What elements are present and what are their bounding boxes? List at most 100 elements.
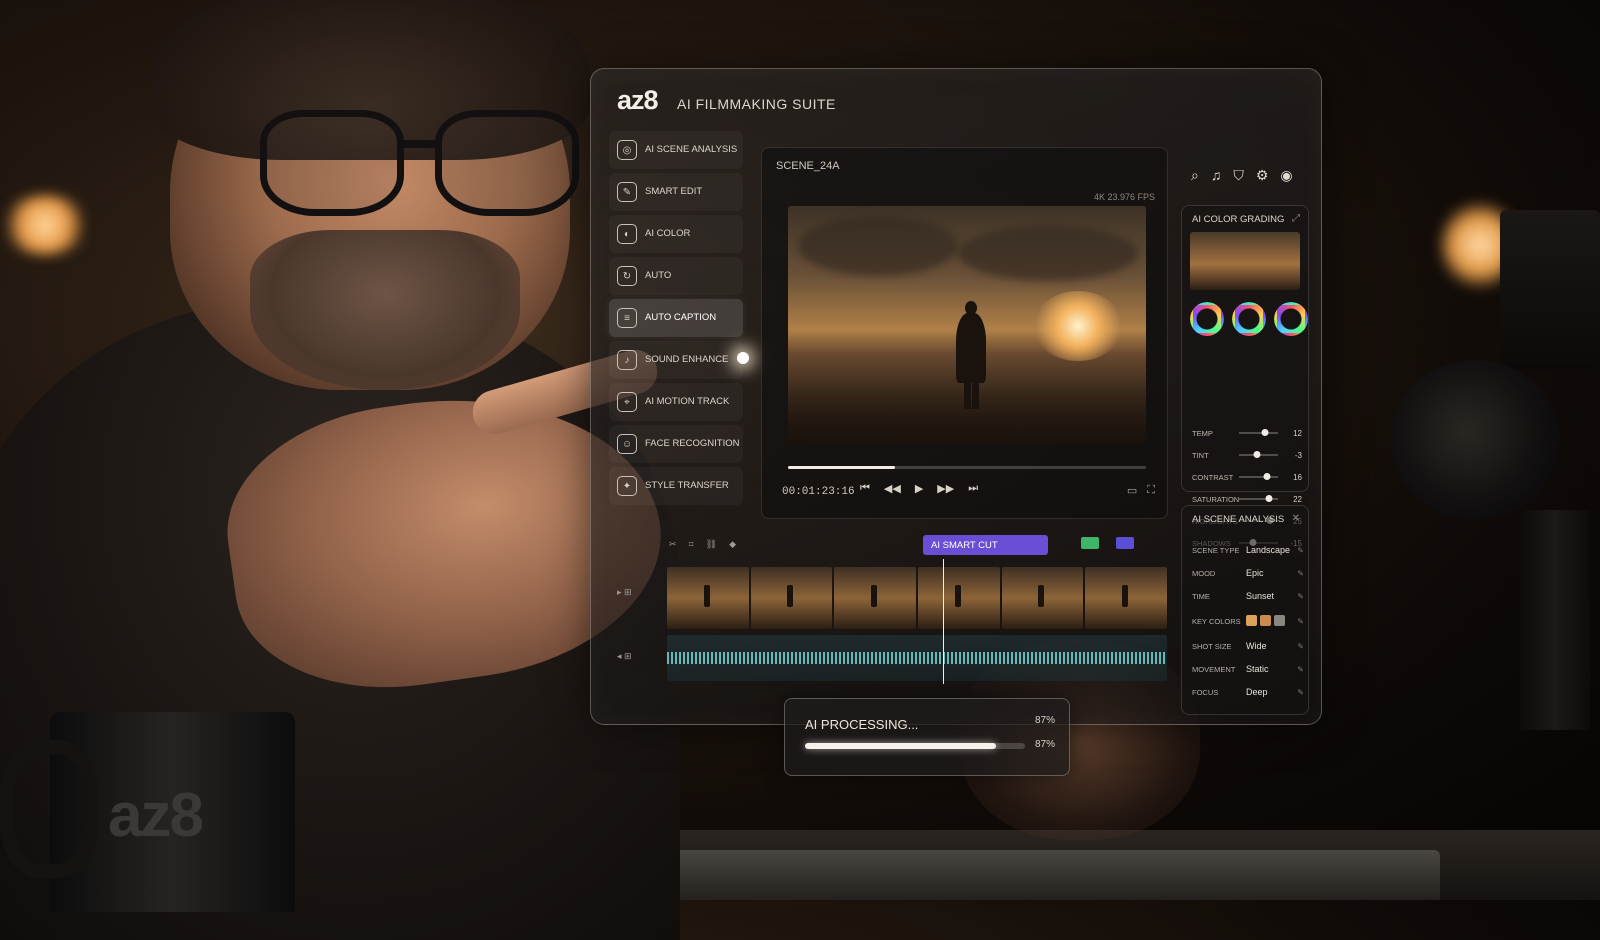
holographic-app-window: az8 AI FILMMAKING SUITE ◎ AI SCENE ANALY… [590, 68, 1322, 725]
sidebar-item-label: SOUND ENHANCE [645, 353, 729, 365]
expand-icon[interactable]: ⤢ [1292, 213, 1300, 224]
snap-icon[interactable]: ⌗ [689, 539, 694, 550]
slider-knob[interactable] [1265, 495, 1273, 502]
video-clip[interactable] [750, 567, 833, 629]
attr-key: MOVEMENT [1192, 664, 1236, 674]
color-grading-panel: AI COLOR GRADING ⤢ TEMP 12 TINT -3 CONTRAST 1… [1181, 205, 1309, 548]
glasses-lens-left [260, 110, 404, 216]
glasses [260, 110, 580, 216]
color-preview-thumbnail [1190, 232, 1300, 290]
face-icon: ☺ [617, 434, 637, 454]
slider-knob[interactable] [1261, 429, 1269, 436]
scene-icon: ◎ [617, 140, 637, 160]
marker-icon[interactable]: ◆ [729, 539, 736, 550]
link-icon[interactable]: ⛓ [706, 539, 717, 550]
caption-icon: ≡ [617, 308, 637, 328]
glasses-lens-right [435, 110, 579, 216]
search-icon[interactable]: ⌕ [1191, 167, 1199, 184]
sidebar-item-label: STYLE TRANSFER [645, 479, 729, 491]
edit-icon[interactable]: ✎ [1297, 688, 1304, 697]
slider-row-temp: TEMP 12 [1192, 424, 1302, 442]
slider-label: TEMP [1192, 428, 1213, 438]
clip-marker-purple[interactable] [1116, 537, 1134, 549]
processing-percent: 87% [1034, 739, 1055, 750]
sidebar-item-ai-motion-track[interactable]: ⌖ AI MOTION TRACK [609, 383, 743, 421]
skip-forward-icon[interactable]: ⏭ [968, 482, 978, 495]
cinema-camera [1390, 210, 1600, 730]
color-icon: ◐ [617, 224, 637, 244]
sidebar-item-label: AUTO [645, 269, 672, 281]
video-clip[interactable] [918, 567, 1000, 629]
key-color-swatch [1274, 614, 1285, 626]
cloaked-figure [956, 301, 986, 411]
close-icon[interactable]: ✕ [1292, 513, 1300, 524]
edit-icon[interactable]: ✎ [1297, 617, 1304, 626]
sidebar-item-auto[interactable]: ↻ AUTO [609, 257, 743, 295]
sidebar-item-ai-color[interactable]: ◐ AI COLOR [609, 215, 743, 253]
slider-knob[interactable] [1263, 473, 1271, 480]
razor-icon[interactable]: ✂ [669, 539, 677, 550]
key-color-swatch [1246, 614, 1257, 626]
slider-track[interactable] [1239, 451, 1279, 458]
play-icon[interactable]: ▶ [915, 482, 923, 495]
slider-track[interactable] [1239, 473, 1279, 480]
slider-track[interactable] [1239, 429, 1279, 436]
viewer-tools: ▭ ⛶ [1127, 484, 1155, 497]
video-clip[interactable] [834, 567, 917, 629]
sidebar-item-sound-enhance[interactable]: ♪ SOUND ENHANCE [609, 341, 743, 379]
sidebar-item-smart-edit[interactable]: ✎ SMART EDIT [609, 173, 743, 211]
auto-icon: ↻ [617, 266, 637, 286]
attr-key: SHOT SIZE [1192, 641, 1232, 651]
edit-icon[interactable]: ✎ [1297, 546, 1304, 555]
timeline-playhead[interactable] [943, 559, 944, 684]
camera-lens [1390, 360, 1560, 520]
key-color-swatch [1260, 614, 1271, 626]
step-back-icon[interactable]: ◀◀ [884, 482, 901, 495]
skip-back-icon[interactable]: ⏮ [860, 482, 870, 495]
color-wheel-midtones[interactable] [1232, 302, 1266, 336]
video-viewer: SCENE_24A 4K 23.976 FPS 00:01:23:16 ⏮ ◀◀… [761, 147, 1168, 519]
attr-row-focus: FOCUS Deep ✎ [1192, 684, 1304, 700]
video-clip[interactable] [1001, 567, 1084, 629]
ai-smart-cut-clip[interactable]: AI SMART CUT [923, 535, 1048, 555]
edit-icon[interactable]: ✎ [1297, 569, 1304, 578]
bell-icon[interactable]: ♫ [1211, 167, 1222, 184]
video-clip[interactable] [1085, 567, 1168, 629]
sidebar-item-face-recognition[interactable]: ☺ FACE RECOGNITION [609, 425, 743, 463]
timeline: ✂ ⌗ ⛓ ◆ AI SMART CUT ▸ ⊞ ◂ ⊞ [611, 535, 1168, 684]
sidebar-item-style-transfer[interactable]: ✦ STYLE TRANSFER [609, 467, 743, 505]
playback-scrubber[interactable] [788, 466, 1146, 469]
video-track-controls[interactable]: ▸ ⊞ [617, 587, 632, 598]
shield-icon[interactable]: ⛉ [1233, 167, 1244, 184]
scene-analysis-panel: AI SCENE ANALYSIS ✕ SCENE TYPE Landscape… [1181, 505, 1309, 715]
audio-track-controls[interactable]: ◂ ⊞ [617, 651, 632, 662]
video-clip[interactable] [667, 567, 749, 629]
audio-track[interactable] [667, 635, 1167, 681]
slider-track[interactable] [1239, 495, 1279, 502]
clip-figure [871, 585, 878, 607]
clip-marker-green[interactable] [1081, 537, 1099, 549]
fullscreen-icon[interactable]: ⛶ [1147, 484, 1155, 497]
clip-figure [1122, 585, 1129, 607]
slider-knob[interactable] [1253, 451, 1261, 458]
slider-row-tint: TINT -3 [1192, 446, 1302, 464]
sidebar-item-auto-caption[interactable]: ≡ AUTO CAPTION [609, 299, 743, 337]
attr-value: Sunset [1246, 591, 1275, 601]
settings-icon[interactable]: ⚙ [1256, 167, 1269, 184]
attr-value: Static [1246, 664, 1269, 674]
attr-value: Epic [1246, 568, 1264, 578]
color-wheel-shadows[interactable] [1190, 302, 1224, 336]
edit-icon[interactable]: ✎ [1297, 642, 1304, 651]
edit-icon[interactable]: ✎ [1297, 592, 1304, 601]
processing-progress-bar [805, 743, 1025, 749]
user-icon[interactable]: ◉ [1280, 167, 1292, 184]
sidebar-item-ai-scene-analysis[interactable]: ◎ AI SCENE ANALYSIS [609, 131, 743, 169]
setting-sun [1033, 291, 1123, 361]
video-frame[interactable] [788, 206, 1146, 444]
step-forward-icon[interactable]: ▶▶ [937, 482, 954, 495]
scene-name: SCENE_24A [776, 160, 840, 172]
fit-icon[interactable]: ▭ [1127, 484, 1137, 497]
color-wheel-highlights[interactable] [1274, 302, 1308, 336]
edit-icon[interactable]: ✎ [1297, 665, 1304, 674]
mug-logo: az8 [108, 781, 204, 850]
